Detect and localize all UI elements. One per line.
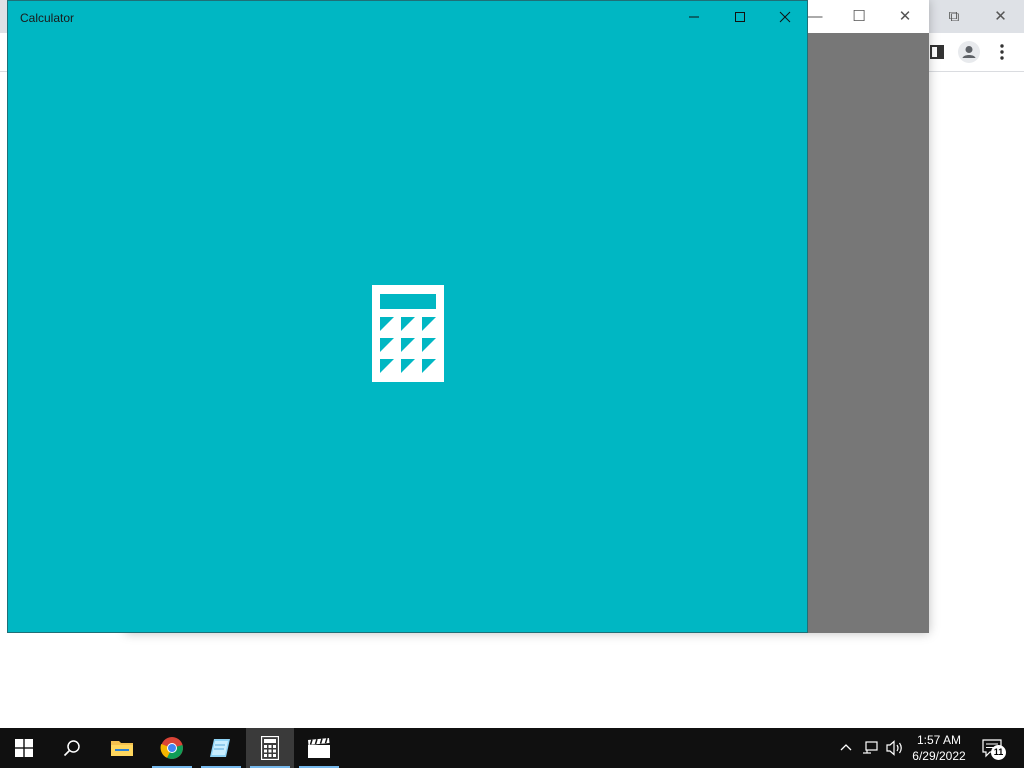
close-icon: ✕ [898, 7, 912, 25]
notepad-icon [210, 739, 230, 757]
three-dots-vertical-icon [1000, 44, 1004, 60]
notification-count-badge: 11 [991, 745, 1006, 760]
calculator-icon [261, 736, 279, 760]
maximize-button[interactable] [717, 1, 763, 33]
close-button[interactable] [762, 1, 808, 33]
close-icon [779, 11, 791, 23]
folder-icon [111, 741, 133, 756]
chevron-up-icon [840, 744, 852, 751]
network-button[interactable] [861, 739, 879, 757]
minimize-icon: — [807, 7, 823, 25]
background-maximize-button[interactable]: ☐ [836, 4, 882, 28]
search-button[interactable] [48, 728, 96, 768]
action-center-button[interactable]: 11 [982, 738, 1006, 760]
system-clock[interactable]: 1:57 AM 6/29/2022 [909, 732, 969, 764]
network-icon [863, 741, 878, 754]
chrome-icon [160, 737, 183, 759]
browser-menu-button[interactable] [994, 42, 1010, 62]
windows-logo-icon [15, 739, 33, 757]
calculator-window: Calculator [7, 0, 808, 633]
maximize-icon: ☐ [852, 7, 866, 25]
taskbar-calculator[interactable] [246, 728, 294, 768]
person-icon [962, 46, 976, 58]
start-button[interactable] [0, 728, 48, 768]
search-icon [63, 740, 80, 757]
browser-close-button[interactable]: ✕ [977, 4, 1024, 28]
show-hidden-icons-button[interactable] [838, 740, 854, 756]
window-title: Calculator [20, 11, 75, 25]
maximize-icon [735, 12, 745, 22]
taskbar-notepad[interactable] [197, 728, 245, 768]
taskbar-chrome[interactable] [148, 728, 196, 768]
browser-restore-button[interactable]: ⧉ [931, 4, 977, 28]
volume-button[interactable] [885, 739, 905, 757]
close-icon: ✕ [994, 7, 1007, 25]
speaker-icon [886, 740, 902, 756]
clock-time: 1:57 AM [916, 733, 962, 747]
taskbar: 1:57 AM 6/29/2022 11 [0, 728, 1024, 768]
taskbar-movies-tv[interactable] [295, 728, 343, 768]
background-close-button[interactable]: ✕ [882, 4, 928, 28]
side-panel-icon[interactable] [930, 45, 944, 59]
taskbar-file-explorer[interactable] [98, 728, 146, 768]
clock-date: 6/29/2022 [912, 749, 966, 763]
restore-icon: ⧉ [948, 7, 960, 25]
clapperboard-icon [308, 737, 330, 758]
minimize-icon [689, 16, 699, 18]
minimize-button[interactable] [671, 1, 717, 33]
calculator-splash-icon [372, 285, 444, 382]
profile-avatar[interactable] [958, 41, 980, 63]
